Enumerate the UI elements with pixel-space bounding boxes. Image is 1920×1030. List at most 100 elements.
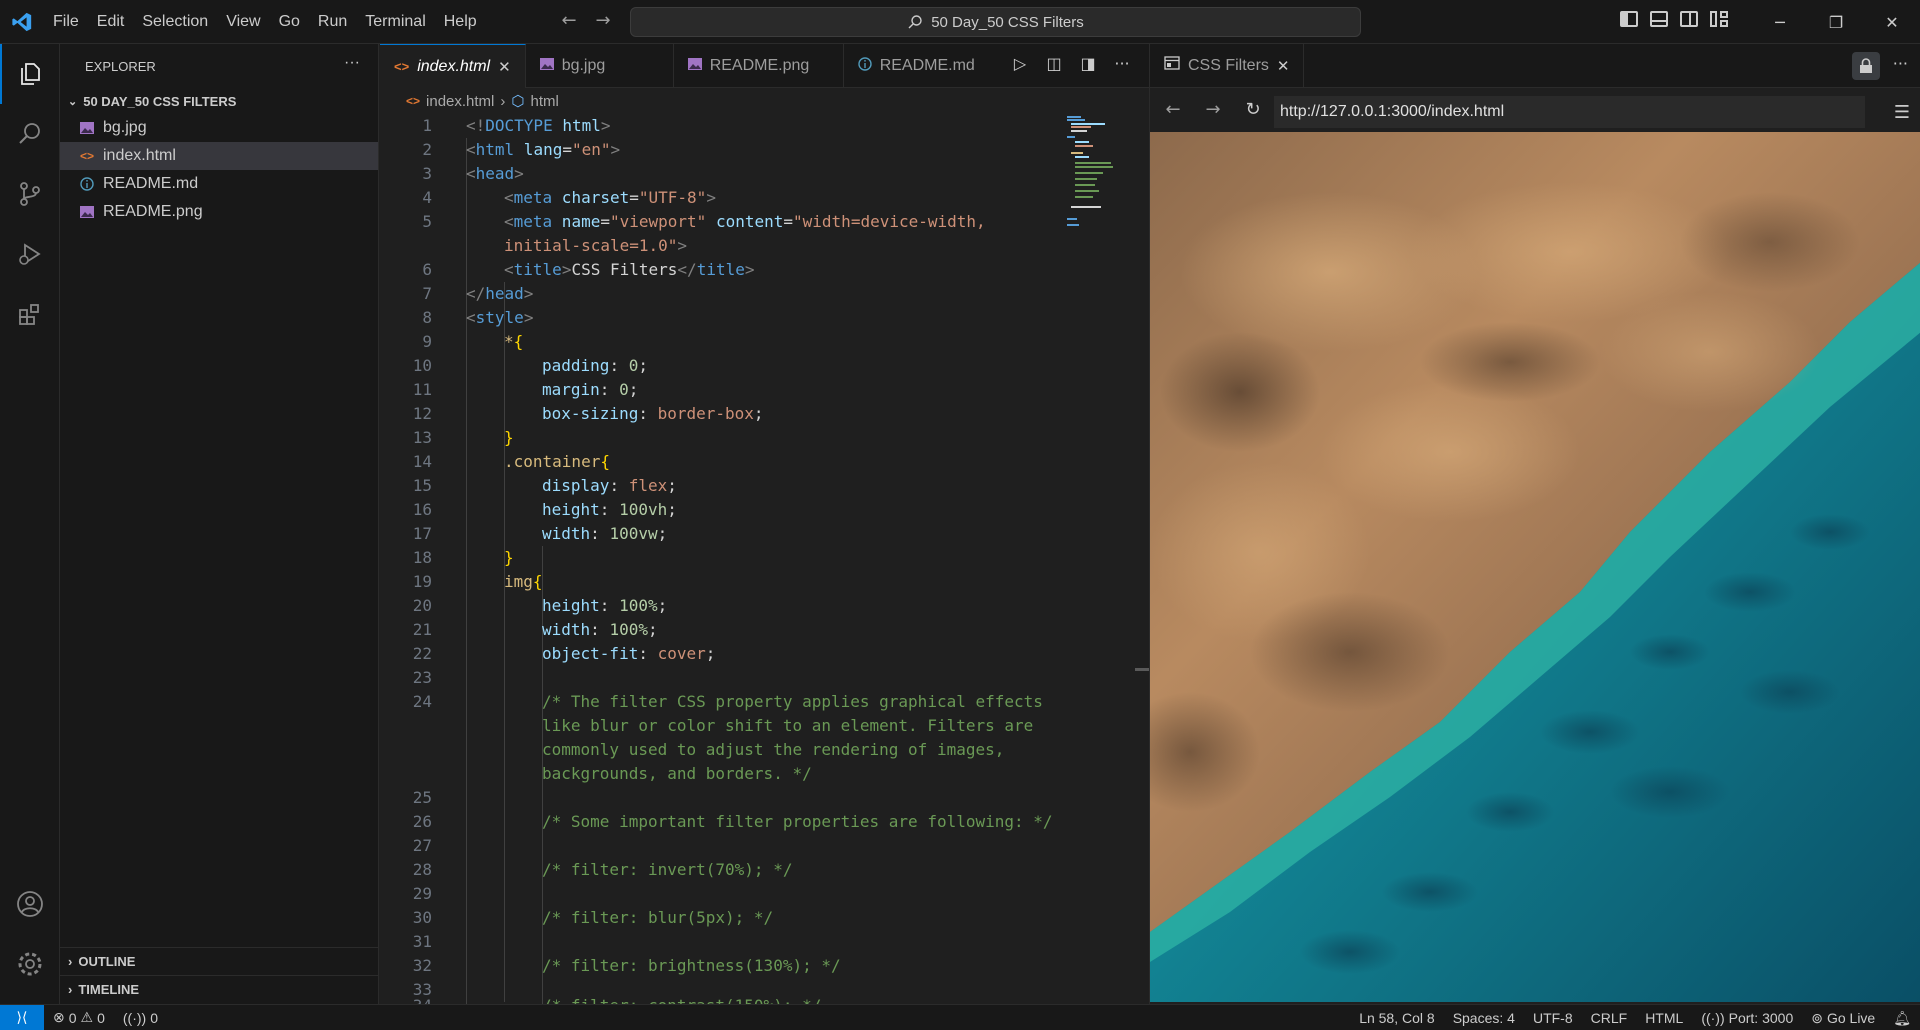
port-label: Port: 3000 xyxy=(1728,1010,1794,1026)
accounts-icon[interactable] xyxy=(0,874,60,934)
menu-selection[interactable]: Selection xyxy=(133,0,217,44)
file-readme-png[interactable]: README.png xyxy=(60,198,378,226)
file-readme-md[interactable]: README.md xyxy=(60,170,378,198)
menu-help[interactable]: Help xyxy=(435,0,486,44)
cursor-position[interactable]: Ln 58, Col 8 xyxy=(1350,1010,1444,1026)
close-icon[interactable]: ✕ xyxy=(498,58,511,76)
restore-button[interactable]: ❐ xyxy=(1808,0,1864,44)
code-line: 34/* filter: contrast(150%); */ xyxy=(380,994,1060,1004)
code-line: 29 xyxy=(412,884,432,903)
notifications-bell-icon[interactable]: 🔔︎ xyxy=(1884,1010,1920,1027)
forward-arrow-icon[interactable]: → xyxy=(592,10,614,34)
code-line: 23 xyxy=(412,668,432,687)
browser-back-icon[interactable]: ← xyxy=(1162,99,1184,121)
live-server-port[interactable]: ((·)) Port: 3000 xyxy=(1692,1010,1802,1026)
more-actions-icon[interactable]: ··· xyxy=(1112,54,1132,76)
warning-icon: ⚠ xyxy=(80,1009,94,1025)
vscode-logo-icon xyxy=(0,0,44,44)
hamburger-menu-icon[interactable]: ☰ xyxy=(1894,102,1910,123)
page-preview-image xyxy=(1150,132,1920,1002)
toggle-primary-sidebar-icon[interactable] xyxy=(1620,11,1638,27)
code-line: 11 margin: 0; xyxy=(412,380,639,399)
code-line: 10 padding: 0; xyxy=(412,356,648,375)
explorer-icon[interactable] xyxy=(0,44,60,104)
code-line: 28/* filter: invert(70%); */ xyxy=(412,860,793,879)
tab-bg-jpg[interactable]: bg.jpg xyxy=(526,44,674,88)
source-control-icon[interactable] xyxy=(0,164,60,224)
go-live-label: Go Live xyxy=(1826,1010,1876,1026)
run-icon[interactable]: ▷ xyxy=(1010,54,1030,76)
code-line: 22 object-fit: cover; xyxy=(412,644,716,663)
code-line: 27 xyxy=(412,836,432,855)
go-live-button[interactable]: ⊚ Go Live xyxy=(1802,1010,1884,1027)
file-index-html[interactable]: <> index.html xyxy=(60,142,378,170)
command-center-text: 50 Day_50 CSS Filters xyxy=(931,13,1084,31)
tab-readme-png[interactable]: README.png xyxy=(674,44,844,88)
vertical-scrollbar[interactable] xyxy=(1135,668,1149,671)
menu-file[interactable]: File xyxy=(44,0,88,44)
menu-run[interactable]: Run xyxy=(309,0,356,44)
url-input[interactable]: http://127.0.0.1:3000/index.html xyxy=(1274,96,1865,128)
code-line: 24/* The filter CSS property applies gra… xyxy=(412,692,1043,711)
tab-css-filters[interactable]: CSS Filters ✕ xyxy=(1150,43,1305,88)
broadcast-icon: ((·)) xyxy=(122,1009,147,1026)
explorer-sidebar: EXPLORER ··· ⌄ 50 DAY_50 CSS FILTERS bg.… xyxy=(60,44,379,1004)
ports-indicator[interactable]: ((·)) 0 xyxy=(114,1010,167,1026)
indentation[interactable]: Spaces: 4 xyxy=(1444,1010,1524,1026)
reload-icon[interactable]: ↻ xyxy=(1242,99,1264,121)
breadcrumb-file[interactable]: index.html xyxy=(426,93,494,110)
code-line: 30/* filter: blur(5px); */ xyxy=(412,908,774,927)
code-line: 5 <meta name="viewport" content="width=de… xyxy=(422,212,986,231)
run-debug-icon[interactable] xyxy=(0,224,60,284)
close-window-button[interactable]: ✕ xyxy=(1864,0,1920,44)
gear-icon[interactable] xyxy=(0,934,60,994)
search-icon[interactable] xyxy=(0,104,60,164)
problems-indicator[interactable]: ⊗ 0 ⚠ 0 xyxy=(44,1009,114,1026)
toggle-panel-icon[interactable] xyxy=(1650,11,1668,27)
code-line: 6 <title>CSS Filters</title> xyxy=(422,260,755,279)
tab-label: README.png xyxy=(709,57,810,74)
minimize-button[interactable]: ─ xyxy=(1752,0,1808,44)
file-name: README.md xyxy=(103,175,199,192)
more-actions-icon[interactable]: ··· xyxy=(344,54,360,72)
code-line: 18} xyxy=(412,548,514,567)
menu-view[interactable]: View xyxy=(217,0,269,44)
minimap[interactable] xyxy=(1067,114,1132,244)
command-center-search[interactable]: 50 Day_50 CSS Filters xyxy=(630,7,1361,37)
more-actions-icon[interactable]: ··· xyxy=(1893,54,1908,73)
split-editor-icon[interactable]: ◨ xyxy=(1078,54,1098,76)
menu-go[interactable]: Go xyxy=(270,0,309,44)
tab-index-html[interactable]: <> index.html ✕ xyxy=(380,44,526,88)
folder-root[interactable]: ⌄ 50 DAY_50 CSS FILTERS xyxy=(60,88,378,114)
tab-readme-md[interactable]: README.md xyxy=(844,44,989,88)
customize-layout-icon[interactable] xyxy=(1710,11,1728,27)
image-icon xyxy=(539,57,554,75)
end-of-line[interactable]: CRLF xyxy=(1582,1010,1637,1026)
cube-icon: ⬡ xyxy=(511,93,525,110)
close-icon[interactable]: ✕ xyxy=(1277,57,1290,75)
menu-edit[interactable]: Edit xyxy=(88,0,134,44)
extensions-icon[interactable] xyxy=(0,284,60,344)
browser-forward-icon[interactable]: → xyxy=(1202,99,1224,121)
language-mode[interactable]: HTML xyxy=(1636,1010,1692,1026)
menu-terminal[interactable]: Terminal xyxy=(356,0,434,44)
timeline-section[interactable]: › TIMELINE xyxy=(60,975,379,1003)
lock-icon[interactable] xyxy=(1852,52,1880,80)
explorer-header: EXPLORER ··· xyxy=(60,44,378,88)
code-line: 20 height: 100%; xyxy=(412,596,668,615)
code-line: 12 box-sizing: border-box; xyxy=(412,404,764,423)
back-arrow-icon[interactable]: ← xyxy=(558,10,580,34)
code-line: 16 height: 100vh; xyxy=(412,500,677,519)
code-editor[interactable]: 1 <!DOCTYPE html> 2 <html lang="en"> 3 <hea… xyxy=(380,114,1149,1004)
file-bg-jpg[interactable]: bg.jpg xyxy=(60,114,378,142)
toggle-secondary-sidebar-icon[interactable] xyxy=(1680,11,1698,27)
code-line: 14 .container{ xyxy=(412,452,610,471)
breadcrumb-element[interactable]: html xyxy=(531,93,559,110)
error-count: 0 xyxy=(68,1009,77,1026)
encoding[interactable]: UTF-8 xyxy=(1524,1010,1582,1026)
folder-name: 50 DAY_50 CSS FILTERS xyxy=(83,93,237,109)
outline-section[interactable]: › OUTLINE xyxy=(60,947,379,975)
open-preview-icon[interactable]: ◫ xyxy=(1044,54,1064,76)
code-line: 7 </head> xyxy=(422,284,534,303)
remote-indicator-icon[interactable]: ⟩⟨ xyxy=(0,1004,44,1030)
